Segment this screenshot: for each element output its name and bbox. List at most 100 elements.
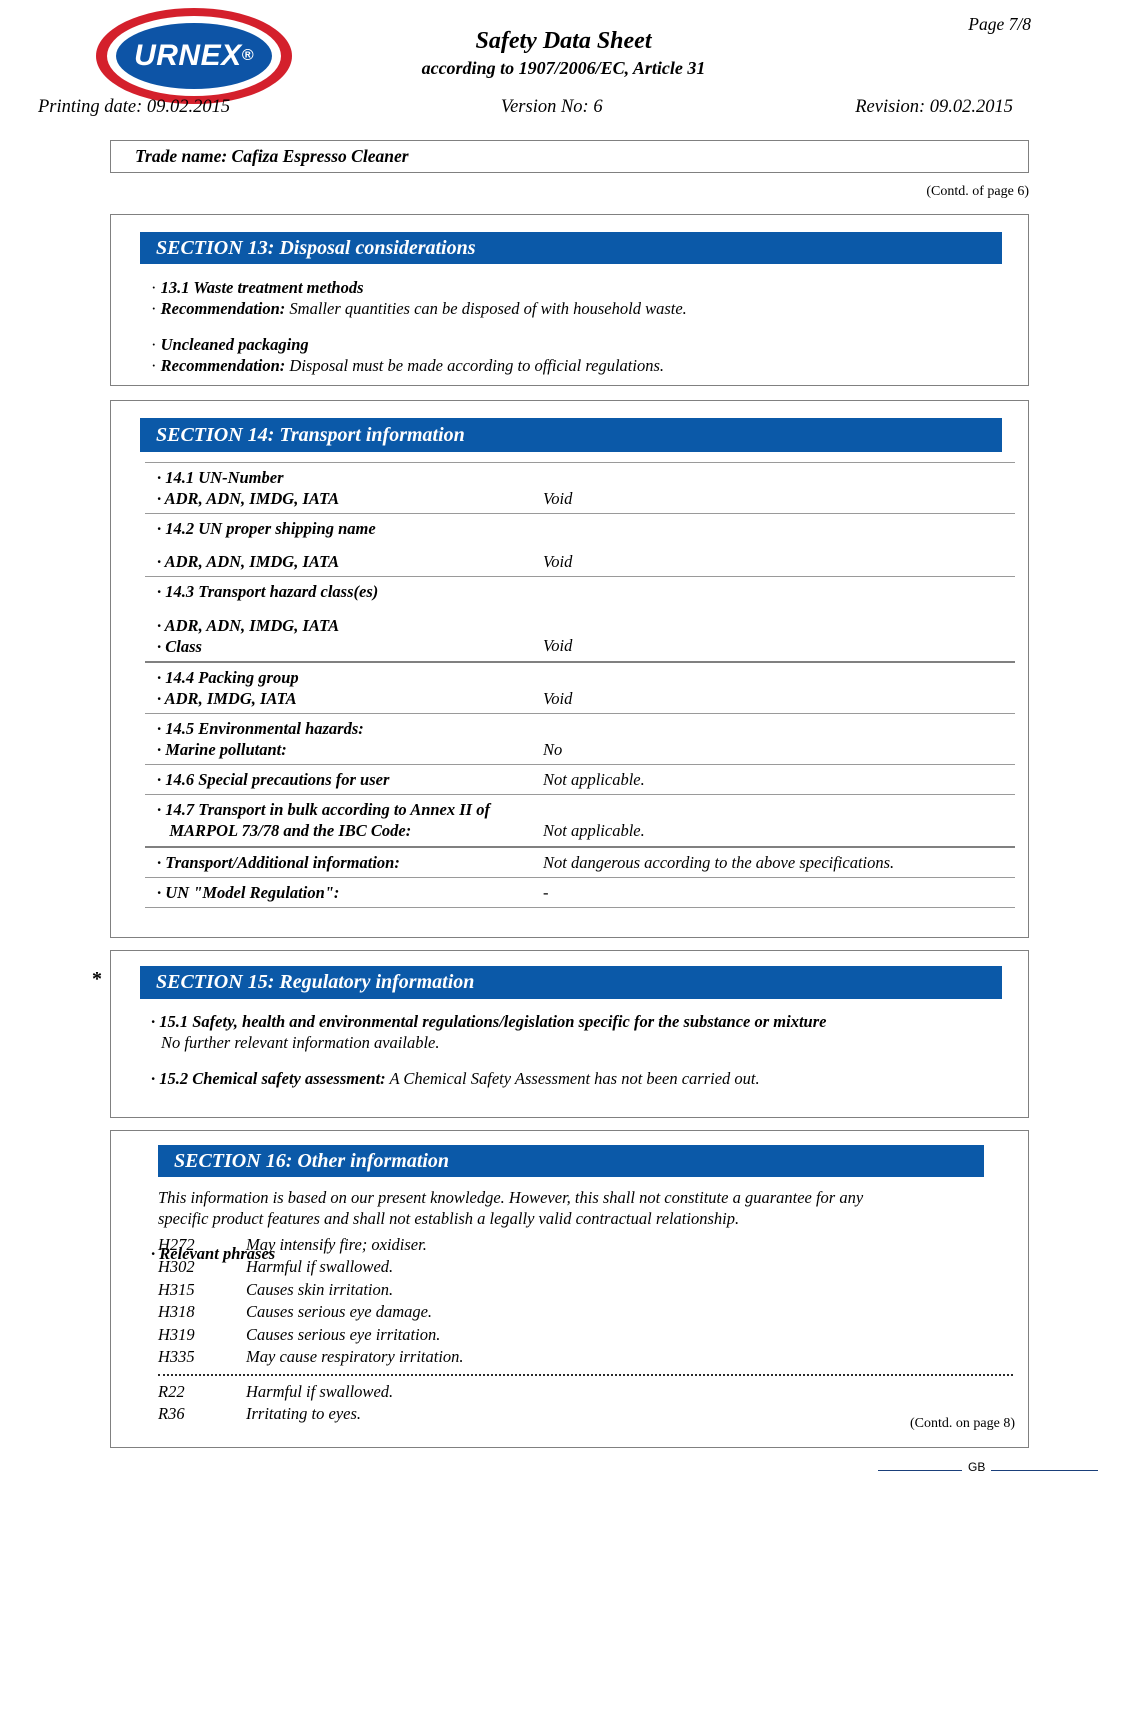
bulk-transport-label: · 14.7 Transport in bulk according to An… bbox=[145, 794, 543, 848]
marine-pollutant-value-cell: No bbox=[543, 712, 1015, 766]
h-phrase-text: May cause respiratory irritation. bbox=[246, 1347, 464, 1367]
un-number-label: · 14.1 UN-Number · ADR, ADN, IMDG, IATA bbox=[145, 461, 543, 515]
bullet-dot: · bbox=[151, 299, 157, 319]
waste-treatment-methods-label: 13.1 Waste treatment methods bbox=[160, 278, 364, 297]
shipping-name-modes: · ADR, ADN, IMDG, IATA bbox=[157, 552, 340, 572]
continued-on-page: (Contd. on page 8) bbox=[910, 1416, 1015, 1431]
table-row: · 14.1 UN-Number · ADR, ADN, IMDG, IATA … bbox=[145, 461, 1015, 515]
shipping-name-title: · 14.2 UN proper shipping name bbox=[157, 519, 376, 539]
h-phrase-code: H272 bbox=[158, 1235, 195, 1254]
additional-information-value-cell: Not dangerous according to the above spe… bbox=[543, 845, 1015, 878]
table-row: · 14.7 Transport in bulk according to An… bbox=[145, 794, 1015, 848]
regulations-legislation-label: · 15.1 Safety, health and environmental … bbox=[151, 1012, 827, 1031]
list-item: H318 Causes serious eye damage. bbox=[158, 1301, 858, 1323]
additional-information-label: · Transport/Additional information: bbox=[145, 845, 543, 878]
model-regulation-value-cell: - bbox=[543, 876, 1015, 908]
bullet-dot: · bbox=[151, 278, 157, 297]
h-phrase-code: H319 bbox=[158, 1324, 195, 1344]
section-13-body: · 13.1 Waste treatment methods · Recomme… bbox=[151, 277, 1011, 377]
table-row: · 14.2 UN proper shipping name · ADR, AD… bbox=[145, 513, 1015, 578]
section-15-heading: SECTION 15: Regulatory information bbox=[140, 966, 1002, 999]
section-13-box: SECTION 13: Disposal considerations · 13… bbox=[110, 214, 1029, 386]
list-item: R22 Harmful if swallowed. bbox=[158, 1381, 858, 1403]
special-precautions-value: Not applicable. bbox=[543, 770, 645, 790]
h-phrase-code: H318 bbox=[158, 1302, 195, 1322]
shipping-name-value: Void bbox=[543, 552, 573, 572]
recommendation-text-2: Disposal must be made according to offic… bbox=[285, 356, 665, 376]
trade-name: Trade name: Cafiza Espresso Cleaner bbox=[135, 146, 409, 166]
list-item: H319 Causes serious eye irritation. bbox=[158, 1324, 858, 1346]
disclaimer-line-1: This information is based on our present… bbox=[158, 1188, 864, 1207]
list-item: H315 Causes skin irritation. bbox=[158, 1279, 858, 1301]
bulk-transport-value-cell: Not applicable. bbox=[543, 794, 1015, 848]
list-item: R36 Irritating to eyes. bbox=[158, 1403, 858, 1425]
revision-date: Revision: 09.02.2015 bbox=[855, 97, 1013, 117]
transport-information-table: · 14.1 UN-Number · ADR, ADN, IMDG, IATA … bbox=[145, 461, 1015, 908]
table-row: · 14.6 Special precautions for user Not … bbox=[145, 764, 1015, 796]
bullet-dot: · bbox=[151, 334, 157, 354]
h-phrase-code: H335 bbox=[158, 1347, 195, 1367]
h-phrase-code: H315 bbox=[158, 1279, 195, 1299]
model-regulation-value: - bbox=[543, 882, 549, 902]
section-13-line-2: · Uncleaned packaging bbox=[151, 334, 1011, 355]
additional-information-value: Not dangerous according to the above spe… bbox=[543, 852, 895, 872]
chemical-safety-assessment-label: · 15.2 Chemical safety assessment: bbox=[151, 1068, 386, 1088]
table-row: · 14.5 Environmental hazards: · Marine p… bbox=[145, 712, 1015, 766]
hazard-class-class-label: · Class bbox=[157, 636, 202, 656]
hazard-class-value: Void bbox=[543, 636, 573, 656]
r-phrase-code: R36 bbox=[158, 1404, 185, 1424]
continued-from-page: (Contd. of page 6) bbox=[926, 184, 1029, 199]
bulk-transport-title-line2: MARPOL 73/78 and the IBC Code: bbox=[157, 821, 412, 841]
un-number-value: Void bbox=[543, 489, 573, 508]
marine-pollutant-label: · Marine pollutant: bbox=[157, 740, 287, 760]
special-precautions-title: · 14.6 Special precautions for user bbox=[157, 770, 390, 790]
phrase-group-divider bbox=[158, 1374, 1013, 1376]
bulk-transport-value: Not applicable. bbox=[543, 821, 645, 841]
chemical-safety-assessment-line: · 15.2 Chemical safety assessment: A Che… bbox=[151, 1068, 1013, 1089]
list-item: H272 May intensify fire; oxidiser. bbox=[158, 1234, 858, 1256]
environmental-hazards-label: · 14.5 Environmental hazards: · Marine p… bbox=[145, 712, 543, 766]
section-13-line-1: · Recommendation: Smaller quantities can… bbox=[151, 298, 1011, 319]
shipping-name-label: · 14.2 UN proper shipping name · ADR, AD… bbox=[145, 513, 543, 578]
r-phrase-code: R22 bbox=[158, 1382, 185, 1401]
sds-page: URNEX ® Page 7/8 Safety Data Sheet accord… bbox=[0, 0, 1127, 1709]
disclaimer-line-2: specific product features and shall not … bbox=[158, 1209, 740, 1229]
chemical-safety-assessment-text: A Chemical Safety Assessment has not bee… bbox=[385, 1068, 760, 1088]
packing-group-value: Void bbox=[543, 688, 573, 708]
recommendation-label-1: Recommendation: bbox=[160, 299, 286, 319]
hazard-class-modes: · ADR, ADN, IMDG, IATA bbox=[157, 615, 340, 635]
title-block: Safety Data Sheet according to 1907/2006… bbox=[96, 26, 1031, 80]
un-number-title: · 14.1 UN-Number bbox=[157, 468, 284, 487]
recommendation-text-1: Smaller quantities can be disposed of wi… bbox=[285, 299, 687, 319]
r-phrase-text: Harmful if swallowed. bbox=[246, 1382, 394, 1401]
hazard-class-value-cell: Void bbox=[543, 576, 1015, 663]
h-phrase-text: Causes serious eye irritation. bbox=[246, 1324, 441, 1344]
special-precautions-value-cell: Not applicable. bbox=[543, 764, 1015, 796]
bullet-dot: · bbox=[151, 356, 157, 376]
h-phrase-code: H302 bbox=[158, 1257, 195, 1277]
section-15-body: · 15.1 Safety, health and environmental … bbox=[151, 1011, 1013, 1089]
table-row: · 14.4 Packing group · ADR, IMDG, IATA V… bbox=[145, 660, 1015, 714]
shipping-name-value-cell: Void bbox=[543, 513, 1015, 578]
trade-name-box: Trade name: Cafiza Espresso Cleaner bbox=[110, 140, 1029, 173]
un-number-value-cell: Void bbox=[543, 461, 1015, 515]
packing-group-modes: · ADR, IMDG, IATA bbox=[157, 688, 297, 708]
model-regulation-label: · UN "Model Regulation": bbox=[145, 876, 543, 908]
printing-date: Printing date: 09.02.2015 bbox=[38, 97, 231, 117]
section-15-box: SECTION 15: Regulatory information · 15.… bbox=[110, 950, 1029, 1118]
page-title: Safety Data Sheet bbox=[475, 28, 652, 54]
h-phrase-text: Causes serious eye damage. bbox=[246, 1302, 433, 1322]
environmental-hazards-title: · 14.5 Environmental hazards: bbox=[157, 718, 364, 738]
r-phrase-text: Irritating to eyes. bbox=[246, 1404, 362, 1424]
hazard-class-label: · 14.3 Transport hazard class(es) · ADR,… bbox=[145, 576, 543, 663]
un-number-modes: · ADR, ADN, IMDG, IATA bbox=[157, 489, 340, 509]
header-meta-row: Printing date: 09.02.2015 Version No: 6 … bbox=[38, 97, 1013, 118]
special-precautions-label: · 14.6 Special precautions for user bbox=[145, 764, 543, 796]
footer-language-code: GB bbox=[962, 1460, 992, 1474]
uncleaned-packaging-label: Uncleaned packaging bbox=[160, 334, 309, 354]
h-phrase-text: Causes skin irritation. bbox=[246, 1279, 394, 1299]
table-row: · Transport/Additional information: Not … bbox=[145, 845, 1015, 878]
section-15-change-marker: * bbox=[92, 968, 102, 990]
section-14-heading: SECTION 14: Transport information bbox=[140, 418, 1002, 452]
